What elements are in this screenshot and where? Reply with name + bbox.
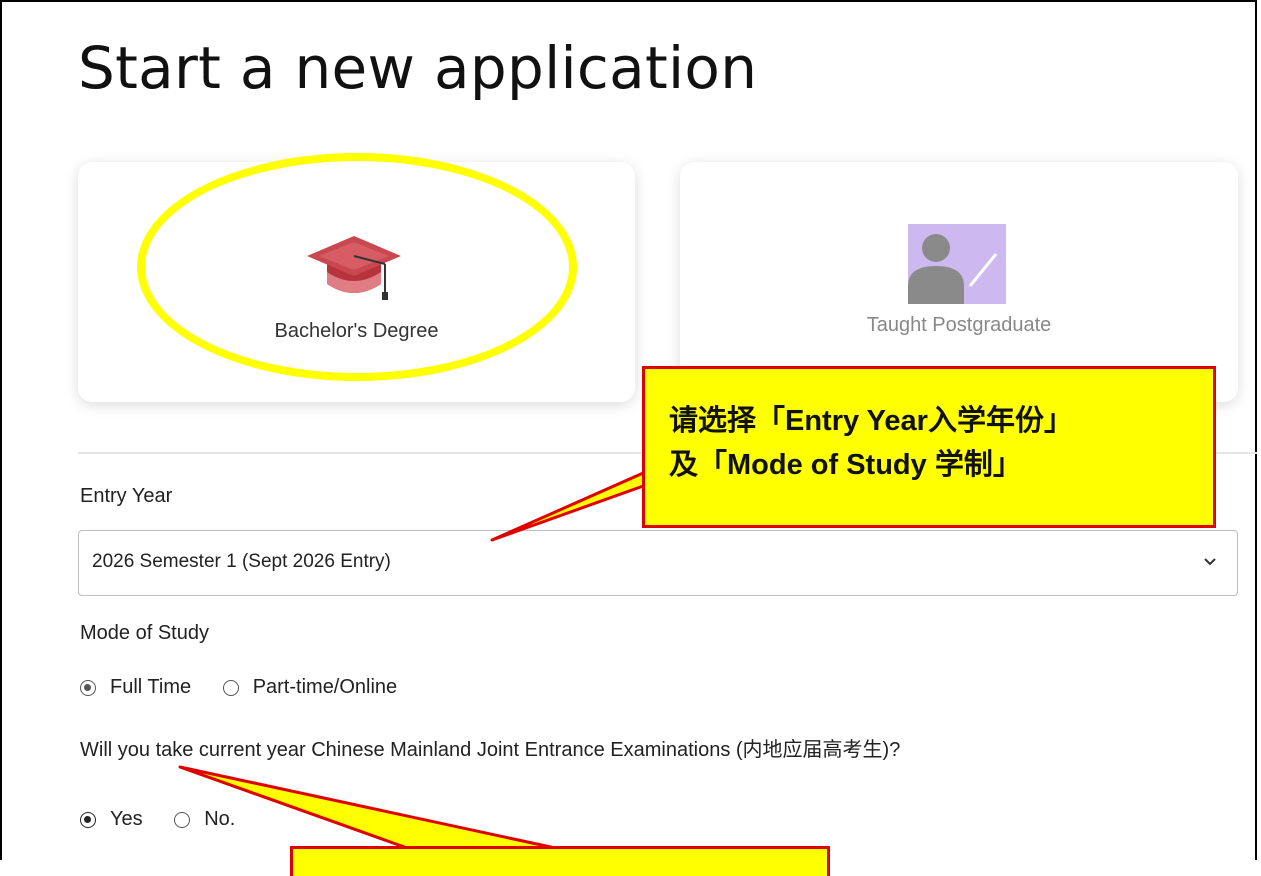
radio-part-time-online-label: Part-time/Online xyxy=(252,676,398,698)
radio-full-time-circle[interactable] xyxy=(80,679,96,696)
mode-of-study-options: Full Time Part-time/Online xyxy=(80,676,423,702)
callout-line-2: 及「Mode of Study 学制」 xyxy=(669,449,1022,481)
radio-part-time-online[interactable]: Part-time/Online xyxy=(222,676,398,699)
radio-full-time[interactable]: Full Time xyxy=(80,676,191,699)
radio-no-label: No. xyxy=(204,808,236,830)
entry-year-select[interactable]: 2026 Semester 1 (Sept 2026 Entry) xyxy=(78,530,1238,596)
program-card-bachelor[interactable]: Bachelor's Degree xyxy=(78,162,635,402)
radio-part-time-online-circle[interactable] xyxy=(222,679,239,696)
mode-of-study-label: Mode of Study xyxy=(80,622,209,644)
chevron-down-icon xyxy=(1204,558,1216,566)
callout-line-1: 请选择「Entry Year入学年份」 xyxy=(669,405,1073,437)
callout-text: 请选择「Entry Year入学年份」 及「Mode of Study 学制」 xyxy=(669,399,1073,487)
graduation-cap-icon xyxy=(307,236,401,300)
radio-full-time-label: Full Time xyxy=(110,676,192,698)
entry-year-value: 2026 Semester 1 (Sept 2026 Entry) xyxy=(92,551,391,572)
joint-exam-question: Will you take current year Chinese Mainl… xyxy=(80,739,901,761)
radio-yes-circle[interactable] xyxy=(80,811,96,828)
radio-yes[interactable]: Yes xyxy=(80,808,143,831)
radio-no[interactable]: No. xyxy=(174,808,235,831)
callout-joint-exam xyxy=(290,846,830,876)
callout-entry-mode: 请选择「Entry Year入学年份」 及「Mode of Study 学制」 xyxy=(642,366,1216,528)
joint-exam-options: Yes No. xyxy=(80,808,261,834)
radio-yes-label: Yes xyxy=(110,808,143,830)
radio-no-circle[interactable] xyxy=(174,811,191,828)
card-label-taught-postgraduate: Taught Postgraduate xyxy=(866,314,1052,336)
teacher-icon xyxy=(908,224,1006,304)
card-label-bachelor: Bachelor's Degree xyxy=(274,320,439,342)
page-title: Start a new application xyxy=(78,34,758,102)
entry-year-label: Entry Year xyxy=(80,485,173,507)
